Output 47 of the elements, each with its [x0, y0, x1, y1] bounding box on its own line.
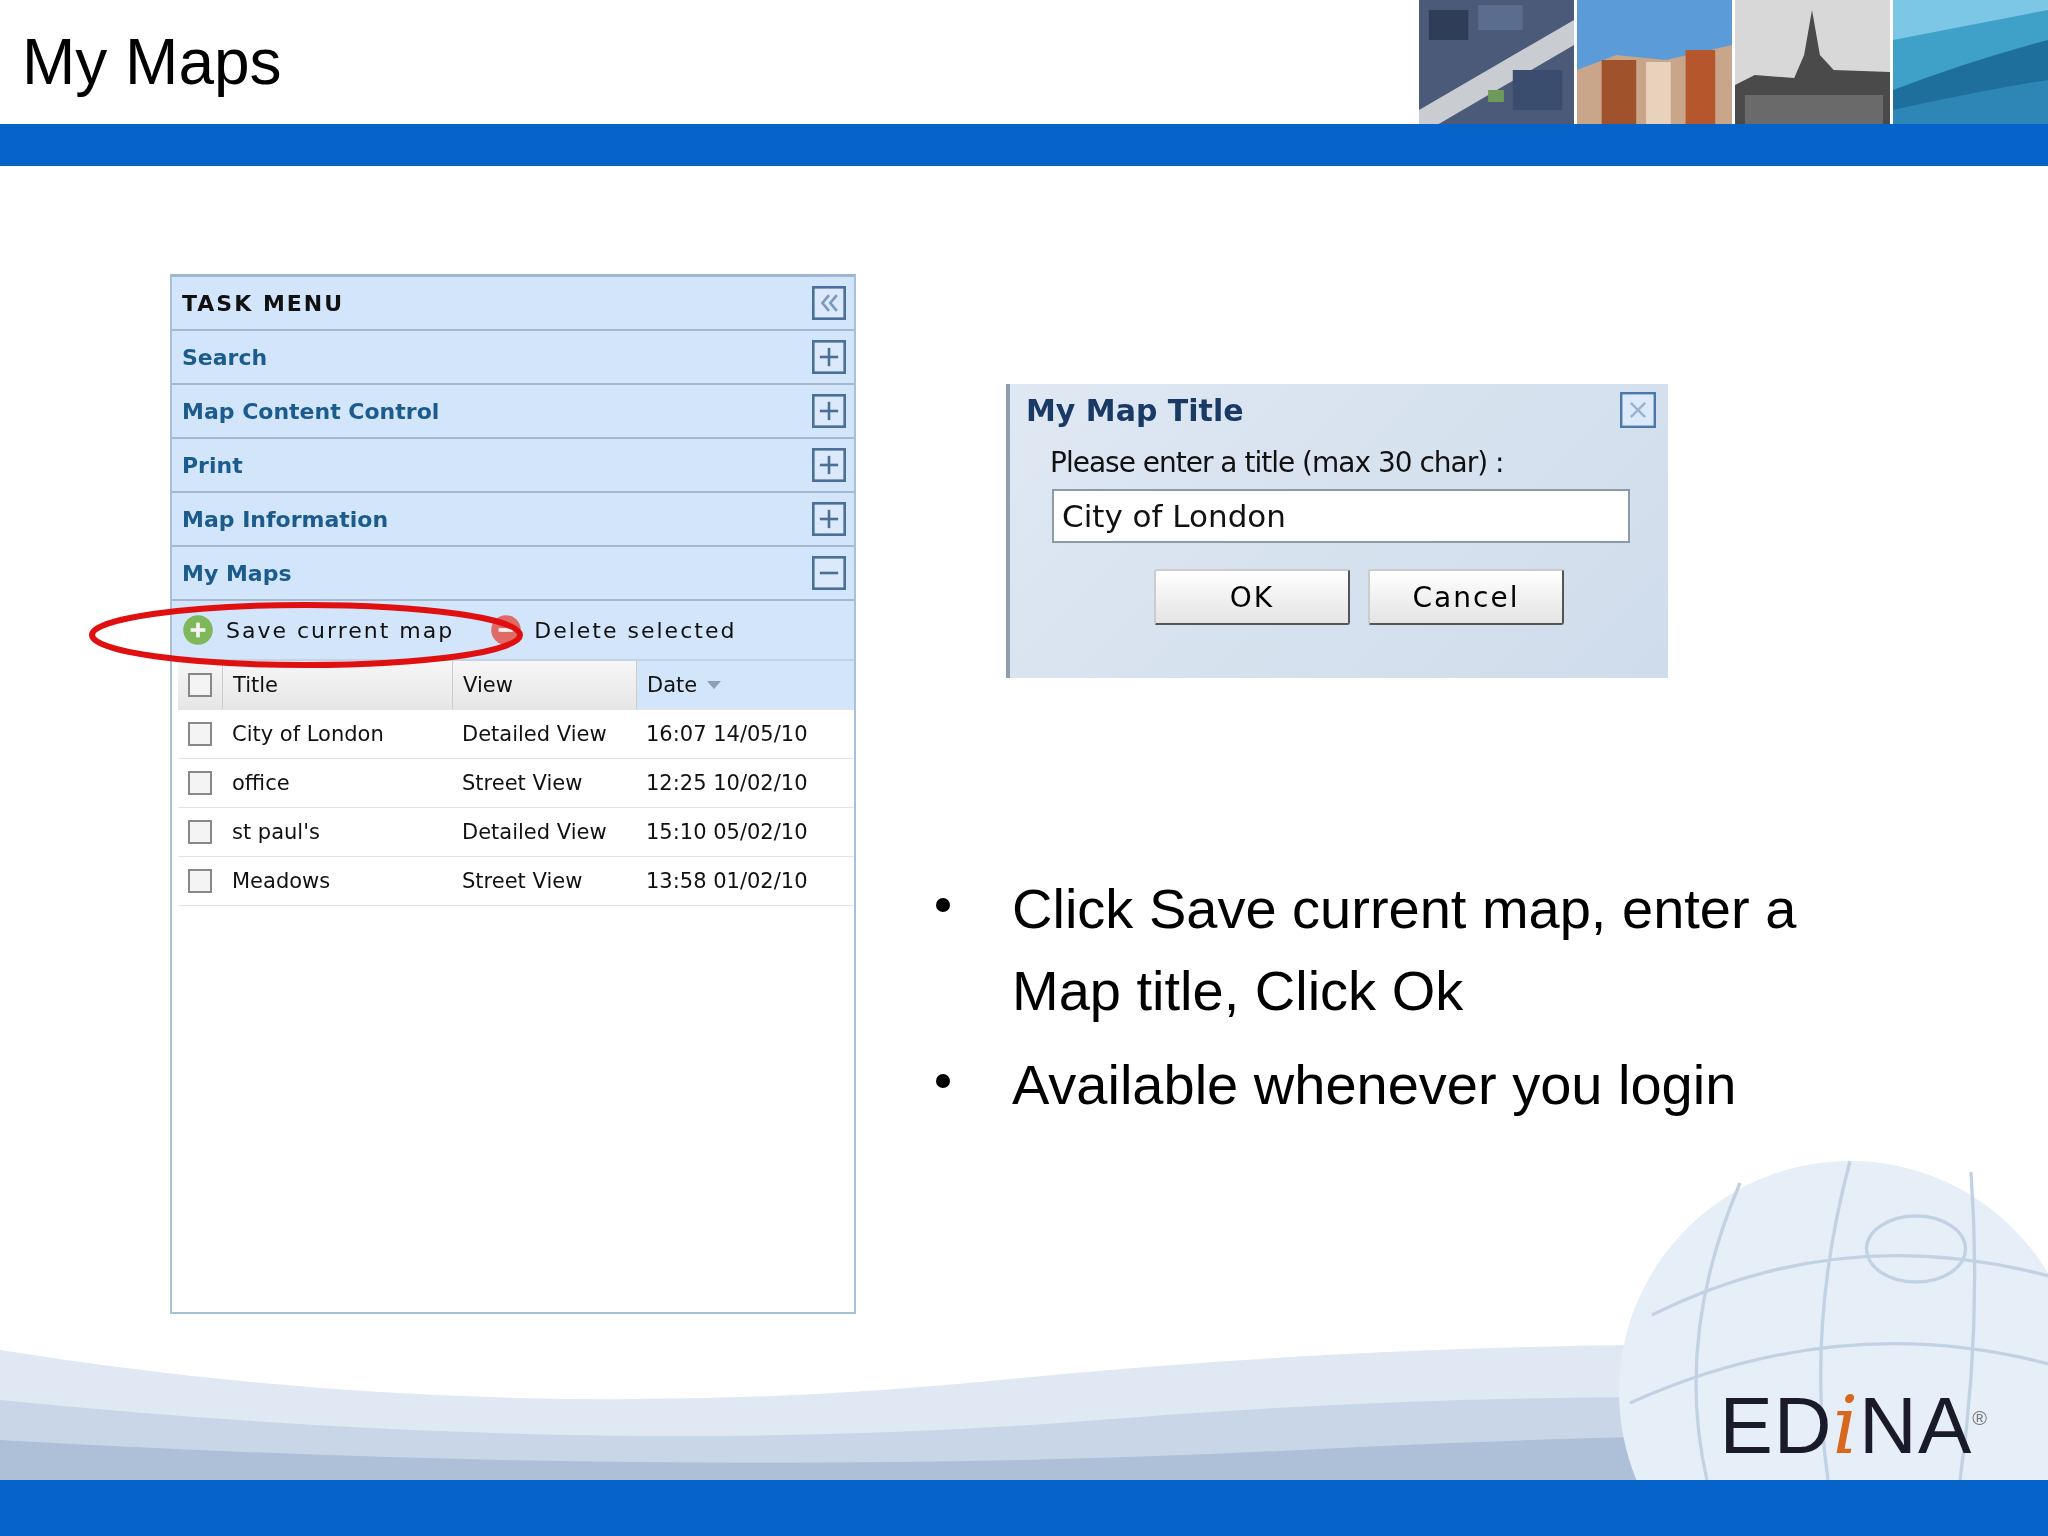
- task-menu-title: TASK MENU: [182, 290, 345, 316]
- checkbox[interactable]: [188, 673, 212, 697]
- slide-title: My Maps: [22, 25, 282, 99]
- section-header[interactable]: Search: [182, 344, 268, 370]
- section-header[interactable]: Print: [182, 452, 243, 478]
- minus-circle-icon: [490, 614, 523, 646]
- collapse-icon[interactable]: [812, 556, 846, 590]
- table-cell-text: Street View: [461, 771, 584, 795]
- bullet-text: Click Save current map, enter a Map title, Click Ok: [1012, 876, 1798, 1024]
- title-input[interactable]: City of London: [1052, 489, 1630, 543]
- dialog-title: My Map Title: [1026, 392, 1244, 428]
- logo: EDiNA$^{®}$: [1719, 1386, 1988, 1466]
- prompt-label: Please enter a title (max 30 char) :: [1050, 446, 1505, 479]
- checkbox[interactable]: [188, 771, 212, 795]
- checkbox[interactable]: [188, 722, 212, 746]
- table-cell-text: Street View: [461, 869, 584, 893]
- table-cell-text: Meadows: [231, 869, 332, 893]
- collapse-icon[interactable]: [812, 286, 846, 320]
- table-cell-text: office: [231, 771, 291, 795]
- expand-icon[interactable]: [812, 502, 846, 536]
- sort-arrow-icon: [707, 681, 722, 689]
- table-cell-text: 15:10 05/02/10: [645, 820, 809, 844]
- table-cell-text: Detailed View: [461, 820, 608, 844]
- table-cell-text: 13:58 01/02/10: [645, 869, 809, 893]
- table-cell-text: City of London: [231, 722, 385, 746]
- bullet-icon: [936, 898, 950, 912]
- column-header[interactable]: Date: [636, 661, 854, 709]
- expand-icon[interactable]: [812, 394, 846, 428]
- expand-icon[interactable]: [812, 340, 846, 374]
- close-icon[interactable]: [1620, 392, 1656, 428]
- expand-icon[interactable]: [812, 448, 846, 482]
- table-cell-text: 16:07 14/05/10: [645, 722, 809, 746]
- ok-button[interactable]: OK: [1154, 569, 1350, 625]
- section-header[interactable]: My Maps: [182, 560, 292, 586]
- checkbox[interactable]: [188, 869, 212, 893]
- cancel-button[interactable]: Cancel: [1368, 569, 1564, 625]
- plus-circle-icon: [182, 614, 214, 646]
- bullet-text: Available whenever you login: [1012, 1052, 1737, 1118]
- checkbox[interactable]: [188, 820, 212, 844]
- table-cell-text: st paul's: [231, 820, 321, 844]
- table-cell-text: 12:25 10/02/10: [645, 771, 809, 795]
- delete-button[interactable]: Delete selected: [490, 614, 737, 646]
- bullet-icon: [936, 1074, 950, 1088]
- section-header[interactable]: Map Information: [182, 506, 389, 532]
- section-header[interactable]: Map Content Control: [182, 398, 440, 424]
- table-cell-text: Detailed View: [461, 722, 608, 746]
- column-header[interactable]: Title: [222, 661, 452, 709]
